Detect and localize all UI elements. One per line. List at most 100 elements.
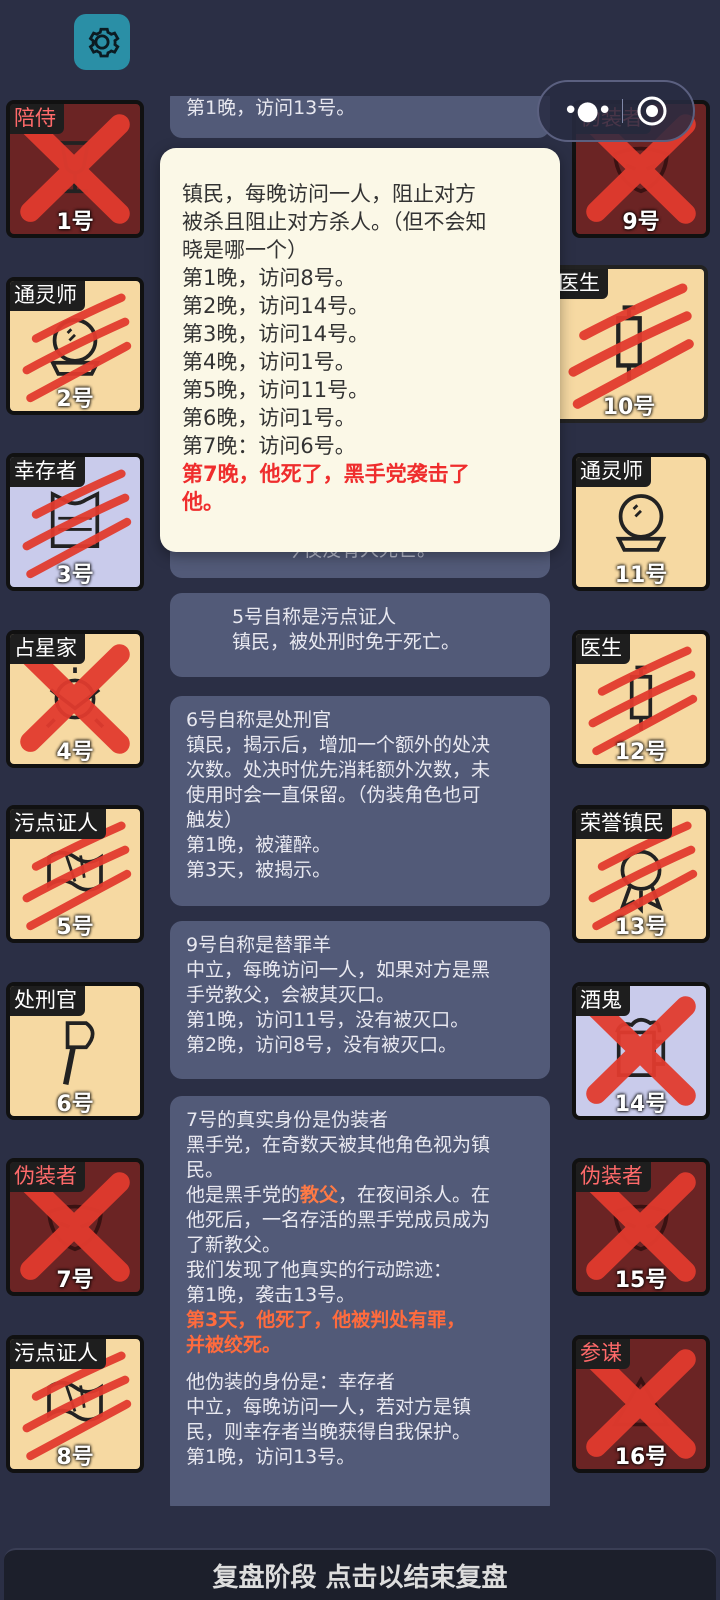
log-text: 5号自称是污点证人 bbox=[232, 606, 397, 628]
godfather-highlight: 教父 bbox=[300, 1184, 339, 1206]
player-number: 2号 bbox=[56, 387, 94, 412]
log-text: 中立，每晚访问一人，若对方是镇 bbox=[186, 1396, 472, 1418]
log-text: 他伪装的身份是：幸存者 bbox=[186, 1371, 396, 1393]
role-label: 参谋 bbox=[576, 1339, 630, 1369]
role-label: 陪侍 bbox=[10, 104, 64, 134]
log-text: 第1晚，访问13号。 bbox=[186, 1446, 356, 1468]
log-text: 使用时会一直保留。（伪装角色也可 bbox=[186, 784, 481, 806]
player-tile[interactable]: 参谋 16号 bbox=[572, 1335, 710, 1473]
popup-death-note: 他。 bbox=[182, 490, 224, 514]
death-note: 第3天，他死了，他被判处有罪， bbox=[186, 1309, 466, 1331]
player-tile[interactable]: 荣誉镇民 13号 bbox=[572, 805, 710, 943]
log-text: 我们发现了他真实的行动踪迹： bbox=[186, 1259, 453, 1281]
player-number: 12号 bbox=[614, 740, 668, 765]
player-tile[interactable]: 幸存者 3号 bbox=[6, 453, 144, 591]
popup-text: 第6晚，访问1号。 bbox=[182, 406, 356, 430]
role-label: 污点证人 bbox=[10, 809, 106, 839]
popup-text: 第5晚，访问11号。 bbox=[182, 378, 370, 402]
log-text: 次数。处决时优先消耗额外次数，未 bbox=[186, 759, 491, 781]
popup-text: 被杀且阻止对方杀人。（但不会知 bbox=[182, 210, 487, 234]
popup-text: 第7晚：访问6号。 bbox=[182, 434, 356, 458]
role-detail-popup[interactable]: 镇民，每晚访问一人，阻止对方 被杀且阻止对方杀人。（但不会知 晓是哪一个） 第1… bbox=[160, 148, 560, 552]
player-number: 16号 bbox=[614, 1445, 668, 1470]
popup-text: 第3晚，访问14号。 bbox=[182, 322, 370, 346]
player-number: 11号 bbox=[614, 563, 668, 588]
log-text: 镇民，揭示后，增加一个额外的处决 bbox=[186, 734, 491, 756]
log-text: 第1晚，被灌醉。 bbox=[186, 834, 332, 856]
role-label: 通灵师 bbox=[10, 281, 85, 311]
popup-text: 晓是哪一个） bbox=[182, 238, 308, 262]
role-label: 医生 bbox=[576, 634, 630, 664]
log-text: 民。 bbox=[186, 1159, 225, 1181]
popup-text: 第4晚，访问1号。 bbox=[182, 350, 356, 374]
player-tile[interactable]: 伪装者 15号 bbox=[572, 1158, 710, 1296]
log-card-player-9: 9号自称是替罪羊 中立，每晚访问一人，如果对方是黑 手党教父，会被其灭口。 第1… bbox=[170, 921, 550, 1079]
role-label: 伪装者 bbox=[10, 1162, 85, 1192]
log-text: 第3天，被揭示。 bbox=[186, 859, 332, 881]
log-text: 第1晚，袭击13号。 bbox=[186, 1284, 356, 1306]
role-label: 通灵师 bbox=[576, 457, 651, 487]
popup-text: 第2晚，访问14号。 bbox=[182, 294, 370, 318]
log-card-player-7: 7号的真实身份是伪装者 黑手党，在奇数天被其他角色视为镇 民。 他是黑手党的教父… bbox=[170, 1096, 550, 1506]
gear-icon bbox=[88, 27, 120, 58]
player-number: 1号 bbox=[56, 210, 94, 235]
log-text: 6号自称是处刑官 bbox=[186, 709, 332, 731]
capsule-divider bbox=[622, 99, 624, 123]
log-text: 触发） bbox=[186, 809, 244, 831]
more-dots-icon[interactable]: •●• bbox=[563, 96, 612, 126]
log-text: 9号自称是替罪羊 bbox=[186, 934, 332, 956]
mini-program-capsule: •●• bbox=[537, 80, 695, 142]
log-text: 第2晚，访问8号，没有被灭口。 bbox=[186, 1034, 458, 1056]
end-review-label: 复盘阶段 点击以结束复盘 bbox=[212, 1562, 508, 1593]
target-icon[interactable] bbox=[635, 94, 669, 128]
role-label: 污点证人 bbox=[10, 1339, 106, 1369]
player-number: 13号 bbox=[614, 915, 668, 940]
player-tile[interactable]: 占星家 4号 bbox=[6, 630, 144, 768]
end-review-button[interactable]: 复盘阶段 点击以结束复盘 bbox=[4, 1548, 716, 1600]
player-number: 6号 bbox=[56, 1092, 94, 1117]
log-card-top: 第1晚，访问13号。 bbox=[170, 96, 550, 138]
player-number: 8号 bbox=[56, 1445, 94, 1470]
player-number: 7号 bbox=[56, 1268, 94, 1293]
popup-text: 第1晚，访问8号。 bbox=[182, 266, 356, 290]
log-text: 了新教父。 bbox=[186, 1234, 282, 1256]
player-tile[interactable]: 伪装者 7号 bbox=[6, 1158, 144, 1296]
player-number: 4号 bbox=[56, 740, 94, 765]
log-text: 第1晚，访问11号，没有被灭口。 bbox=[186, 1009, 470, 1031]
player-tile[interactable]: 医生 12号 bbox=[572, 630, 710, 768]
log-text: 民，则幸存者当晚获得自我保护。 bbox=[186, 1421, 472, 1443]
log-text: 第1晚，访问13号。 bbox=[186, 97, 356, 119]
player-number: 10号 bbox=[602, 395, 656, 420]
role-label: 荣誉镇民 bbox=[576, 809, 672, 839]
player-number: 5号 bbox=[56, 915, 94, 940]
role-label: 占星家 bbox=[10, 634, 85, 664]
log-text: 黑手党，在奇数天被其他角色视为镇 bbox=[186, 1134, 491, 1156]
death-note: 并被绞死。 bbox=[186, 1334, 282, 1356]
player-tile[interactable]: 酒鬼 14号 bbox=[572, 982, 710, 1120]
player-number: 3号 bbox=[56, 563, 94, 588]
log-text: 他死后，一名存活的黑手党成员成为 bbox=[186, 1209, 491, 1231]
player-tile[interactable]: 通灵师 2号 bbox=[6, 277, 144, 415]
player-tile[interactable]: 污点证人 5号 bbox=[6, 805, 144, 943]
player-tile[interactable]: 陪侍 1号 bbox=[6, 100, 144, 238]
log-text: 镇民，被处刑时免于死亡。 bbox=[232, 631, 461, 653]
log-text: 手党教父，会被其灭口。 bbox=[186, 984, 396, 1006]
log-card-player-5: 5号自称是污点证人 镇民，被处刑时免于死亡。 bbox=[170, 593, 550, 677]
player-number: 14号 bbox=[614, 1092, 668, 1117]
player-tile[interactable]: 通灵师 11号 bbox=[572, 453, 710, 591]
role-label: 酒鬼 bbox=[576, 986, 630, 1016]
player-number: 15号 bbox=[614, 1268, 668, 1293]
log-text: 7号的真实身份是伪装者 bbox=[186, 1109, 389, 1131]
player-tile[interactable]: 医生 10号 bbox=[550, 265, 708, 423]
popup-text: 镇民，每晚访问一人，阻止对方 bbox=[182, 182, 476, 206]
log-text: 他是黑手党的教父，在夜间杀人。在 bbox=[186, 1184, 491, 1206]
role-label: 伪装者 bbox=[576, 1162, 651, 1192]
popup-death-note: 第7晚，他死了，黑手党袭击了 bbox=[182, 462, 470, 486]
role-label: 幸存者 bbox=[10, 457, 85, 487]
player-tile[interactable]: 污点证人 8号 bbox=[6, 1335, 144, 1473]
log-card-player-6: 6号自称是处刑官 镇民，揭示后，增加一个额外的处决 次数。处决时优先消耗额外次数… bbox=[170, 696, 550, 906]
settings-button[interactable] bbox=[74, 14, 130, 70]
role-label: 处刑官 bbox=[10, 986, 85, 1016]
player-tile[interactable]: 处刑官 6号 bbox=[6, 982, 144, 1120]
